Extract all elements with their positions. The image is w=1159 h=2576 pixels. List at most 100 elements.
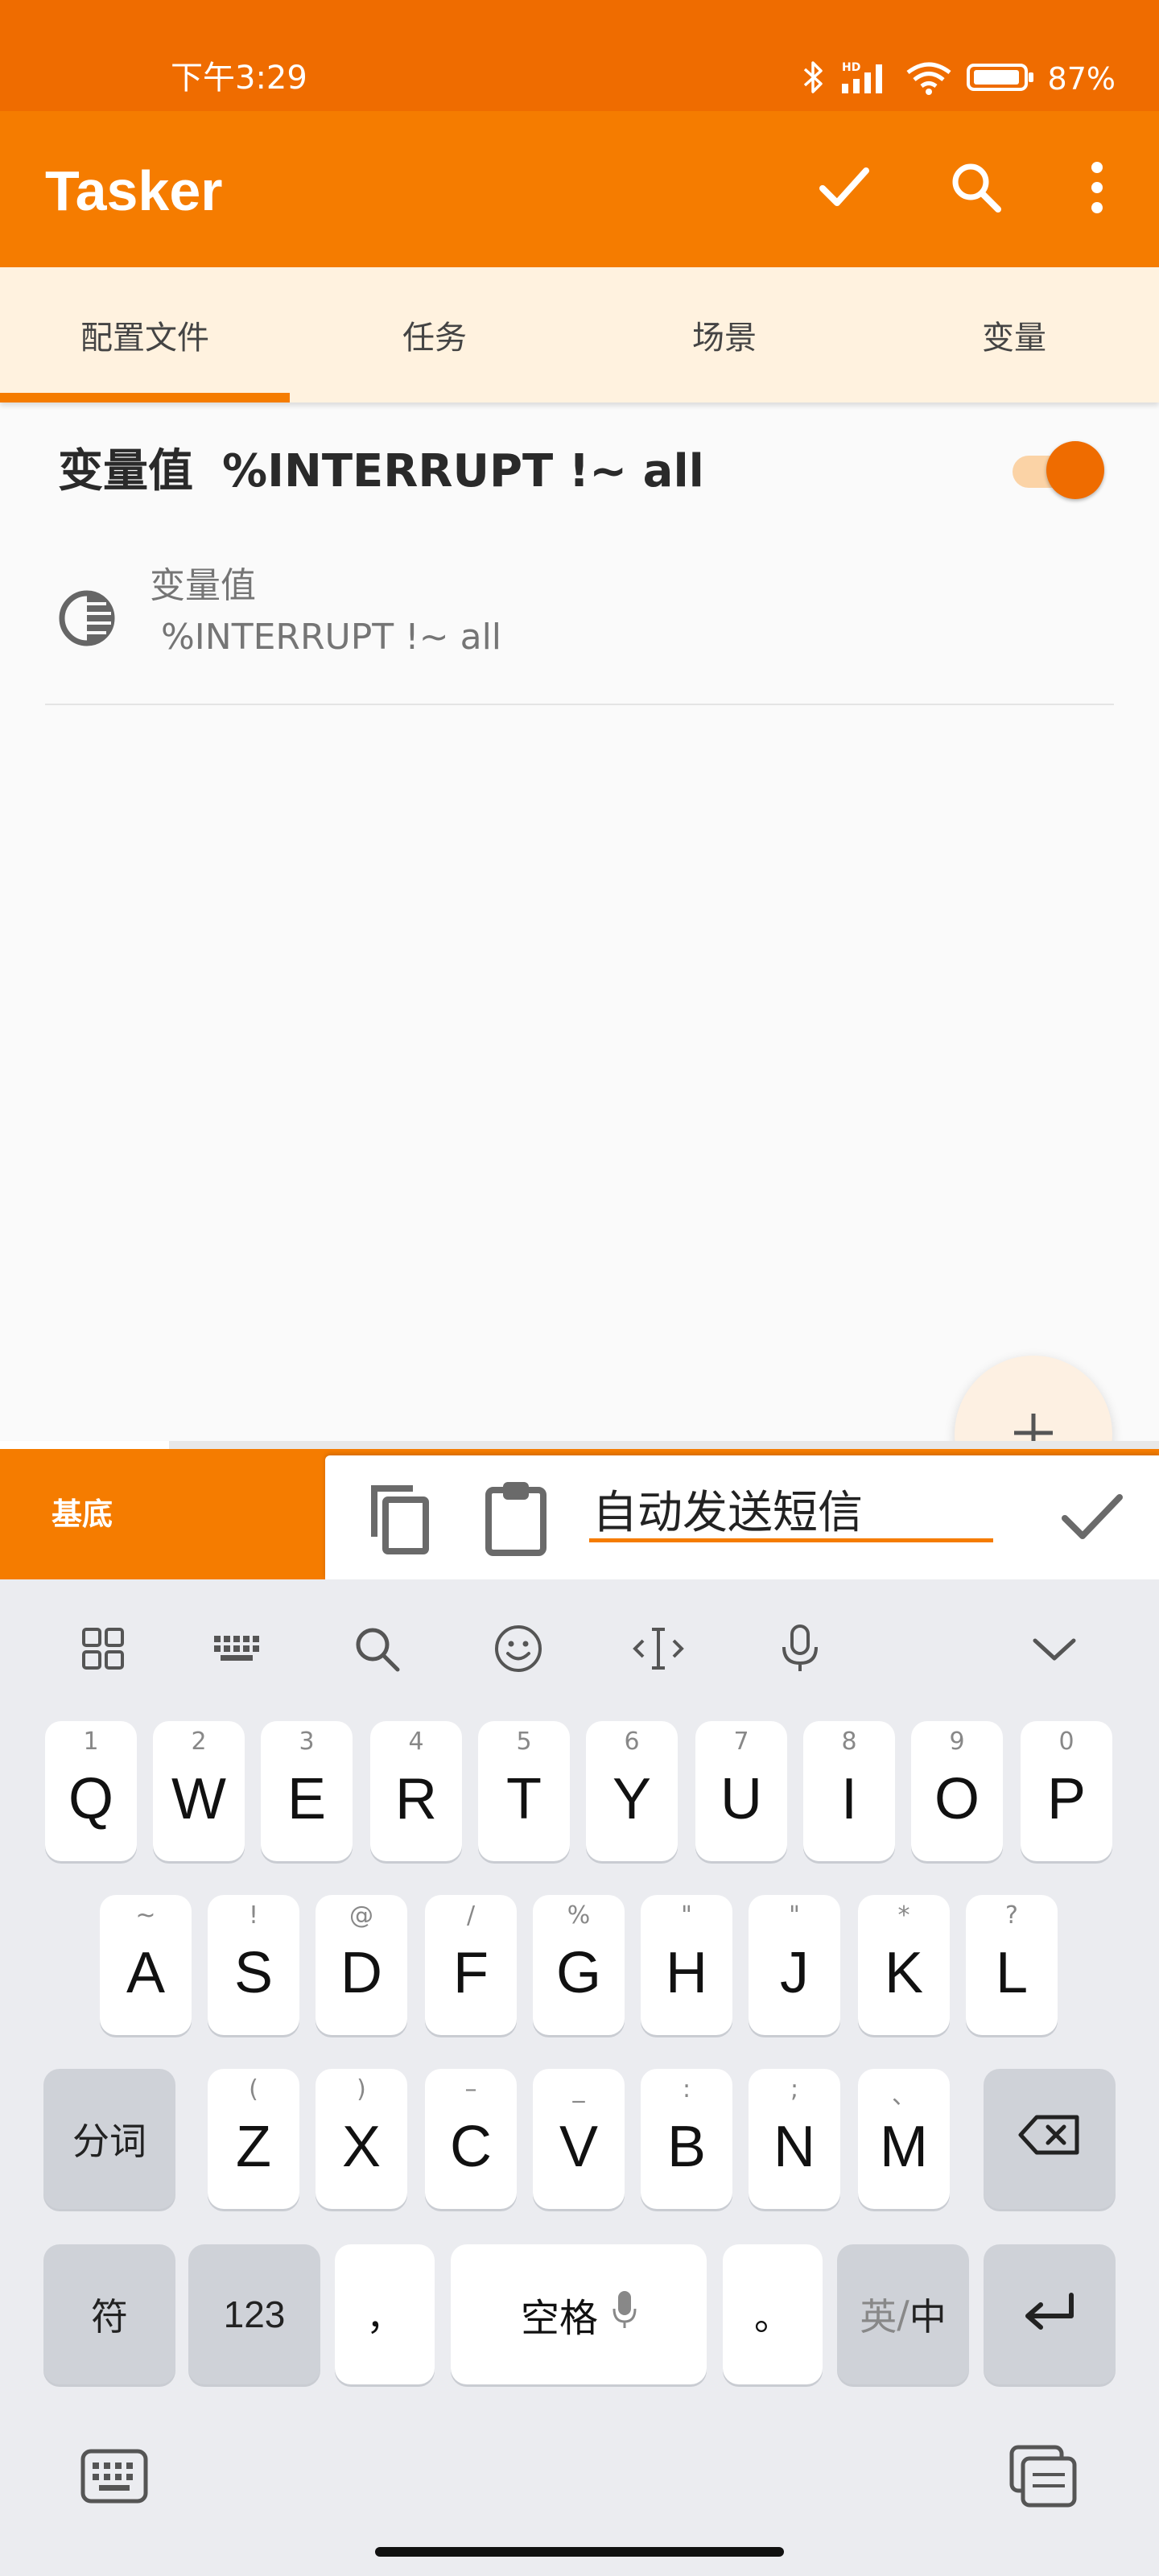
home-indicator[interactable] (375, 2547, 784, 2557)
paste-button[interactable] (472, 1475, 560, 1563)
key-t[interactable]: 5T (478, 1721, 570, 1861)
segment-key[interactable]: 分词 (43, 2069, 175, 2209)
key-label: 123 (223, 2293, 286, 2335)
key-p[interactable]: 0P (1021, 1721, 1112, 1861)
active-tab-indicator (0, 393, 290, 402)
symbols-key[interactable]: 符 (43, 2244, 175, 2384)
key-s[interactable]: ! S (208, 1895, 299, 2035)
key-c[interactable]: – C (425, 2069, 517, 2209)
tab-label: 任务 (402, 320, 467, 357)
key-g[interactable]: % G (533, 1895, 625, 2035)
backspace-key[interactable] (984, 2069, 1116, 2209)
numbers-key[interactable]: 123 (188, 2244, 320, 2384)
keyboard-layout-button[interactable] (203, 1616, 270, 1684)
key-hint: 5 (516, 1728, 532, 1756)
key-a[interactable]: ~ A (100, 1895, 192, 2035)
key-hint: 2 (191, 1728, 207, 1756)
key-x[interactable]: ) X (316, 2069, 407, 2209)
key-label: 分词 (72, 2120, 146, 2163)
key-k[interactable]: * K (858, 1895, 950, 2035)
voice-input-button[interactable] (766, 1616, 834, 1684)
backspace-icon (1017, 2112, 1082, 2166)
key-hint: 6 (624, 1728, 640, 1756)
keyboard-search-button[interactable] (343, 1616, 410, 1684)
key-label: B (666, 2115, 707, 2179)
key-hint: " (681, 1901, 692, 1930)
key-hint: * (897, 1901, 910, 1930)
key-l[interactable]: ? L (966, 1895, 1058, 2035)
key-label: 符 (91, 2295, 128, 2339)
key-hint: / (466, 1901, 476, 1930)
key-label: 。 (754, 2296, 791, 2338)
key-label: W (171, 1767, 226, 1831)
tab-tasks[interactable]: 任务 (290, 267, 580, 402)
key-u[interactable]: 7U (695, 1721, 787, 1861)
key-label: P (1046, 1767, 1087, 1831)
profile-title[interactable]: 变量值 %INTERRUPT !~ all (58, 440, 704, 504)
emoji-button[interactable] (485, 1616, 552, 1684)
clipboard-manager-button[interactable] (1003, 2438, 1083, 2518)
space-key[interactable]: 空格 (451, 2244, 707, 2384)
key-f[interactable]: / F (425, 1895, 517, 2035)
comma-key[interactable]: ， (335, 2244, 435, 2384)
key-b[interactable]: :B (641, 2069, 732, 2209)
check-icon (816, 159, 872, 219)
profile-context-item[interactable]: 变量值 %INTERRUPT !~ all (45, 555, 1114, 705)
keyboard-layout-icon (212, 1633, 261, 1668)
key-label: F (453, 1941, 489, 2005)
key-hint: % (567, 1901, 591, 1930)
period-key[interactable]: 。 (723, 2244, 823, 2384)
key-o[interactable]: 9O (911, 1721, 1003, 1861)
emoji-icon (493, 1624, 543, 1677)
wifi-icon (905, 60, 953, 98)
tab-variables[interactable]: 变量 (869, 267, 1159, 402)
key-z[interactable]: (Z (208, 2069, 299, 2209)
task-name-input[interactable]: 自动发送短信 (589, 1484, 993, 1542)
key-r[interactable]: 4R (370, 1721, 462, 1861)
key-label: Y (612, 1767, 652, 1831)
tab-profiles[interactable]: 配置文件 (0, 267, 290, 402)
copy-icon (365, 1479, 432, 1559)
key-i[interactable]: 8I (803, 1721, 895, 1861)
key-m[interactable]: 、 M (858, 2069, 950, 2209)
profile-condition: %INTERRUPT !~ all (222, 445, 704, 497)
confirm-button[interactable] (800, 145, 889, 233)
enter-key[interactable] (984, 2244, 1116, 2384)
key-e[interactable]: 3E (261, 1721, 353, 1861)
key-label: Q (68, 1767, 113, 1831)
key-hint: 0 (1058, 1728, 1074, 1756)
key-d[interactable]: @ D (316, 1895, 407, 2035)
key-v[interactable]: _ V (533, 2069, 625, 2209)
key-hint: : (682, 2075, 691, 2103)
language-switch-key[interactable]: 英 / 中 (837, 2244, 969, 2384)
project-base-tab[interactable]: 基底 (52, 1494, 113, 1534)
key-q[interactable]: 1Q (45, 1721, 137, 1861)
key-hint: – (464, 2075, 477, 2103)
tab-scenes[interactable]: 场景 (580, 267, 869, 402)
key-j[interactable]: " J (749, 1895, 840, 2035)
search-icon (948, 159, 1004, 219)
svg-text:HD: HD (842, 61, 860, 74)
enter-icon (1021, 2290, 1078, 2339)
key-w[interactable]: 2W (153, 1721, 245, 1861)
key-n[interactable]: ; N (749, 2069, 840, 2209)
key-label: U (720, 1767, 762, 1831)
key-label: S (233, 1941, 274, 2005)
profile-name: 变量值 (58, 445, 193, 497)
keyboard-menu-button[interactable] (69, 1616, 137, 1684)
hide-keyboard-button[interactable] (1021, 1616, 1088, 1684)
profile-enable-toggle[interactable] (1009, 441, 1106, 499)
cursor-move-button[interactable] (625, 1616, 692, 1684)
key-label: A (126, 1941, 166, 2005)
search-button[interactable] (932, 145, 1021, 233)
accept-name-button[interactable] (1048, 1475, 1136, 1563)
key-hint: ~ (135, 1901, 156, 1930)
key-h[interactable]: " H (641, 1895, 732, 2035)
more-options-button[interactable] (1053, 145, 1141, 233)
key-hint: ? (1005, 1901, 1018, 1930)
keyboard-switch-button[interactable] (74, 2438, 155, 2518)
key-hint: " (789, 1901, 800, 1930)
soft-keyboard: 1Q 2W 3E 4R 5T 6Y 7U 8I 9O 0P ~ A ! S @ D /… (0, 1579, 1159, 2576)
key-y[interactable]: 6Y (586, 1721, 678, 1861)
copy-button[interactable] (354, 1475, 443, 1563)
